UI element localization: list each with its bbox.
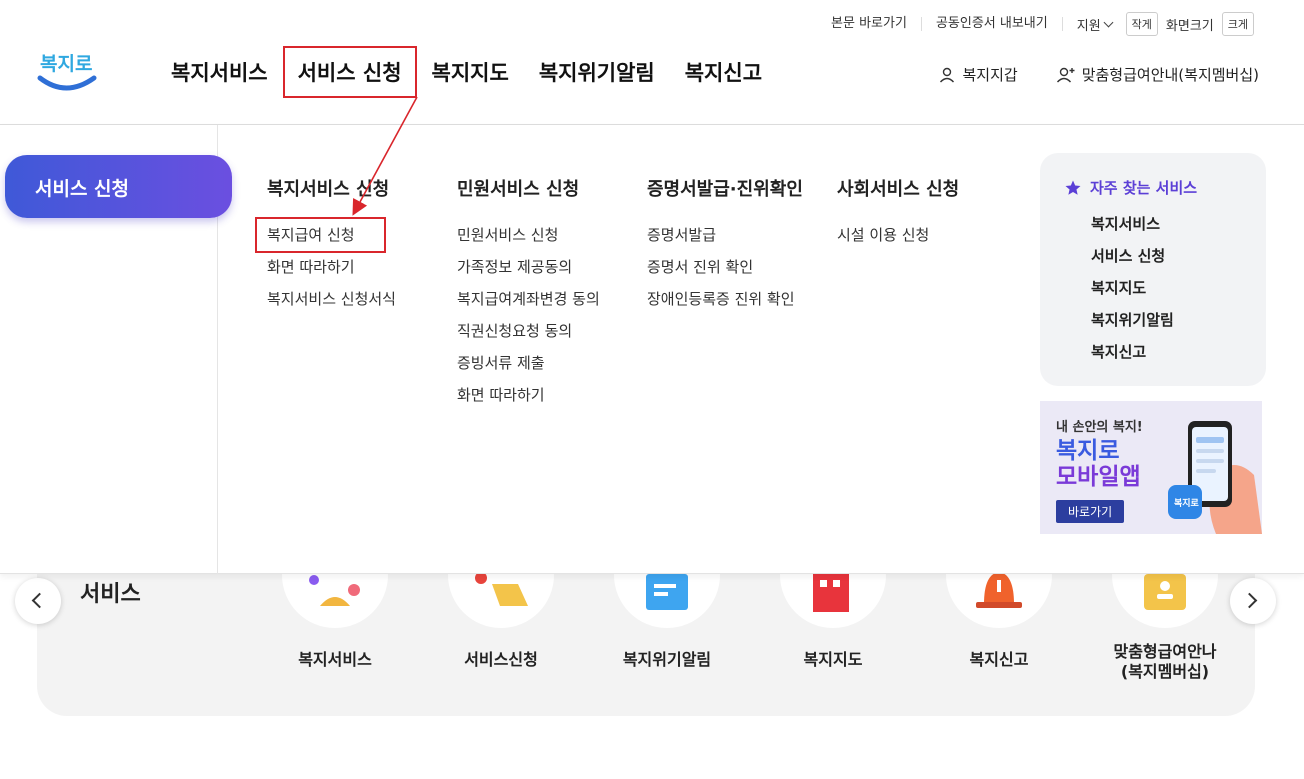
favorites-title-label: 자주 찾는 서비스 [1090,179,1198,197]
menu-link-civil-apply[interactable]: 민원서비스 신청 [457,219,600,251]
global-nav: 복지서비스 서비스 신청 복지지도 복지위기알림 복지신고 [156,46,777,98]
font-small-button[interactable]: 작게 [1125,12,1158,36]
banner-tagline: 내 손안의 복지! [1056,420,1143,435]
mega-menu: 서비스 신청 복지서비스 신청 복지급여 신청 화면 따라하기 복지서비스 신청… [0,125,1304,574]
header-actions: 복지지갑 맞춤형급여안내(복지멤버십) [938,64,1259,85]
favorite-crisis-alert[interactable]: 복지위기알림 [1064,304,1242,336]
menu-column-title[interactable]: 민원서비스 신청 [457,175,600,201]
quick-label-welfare-service: 복지서비스 [298,650,372,669]
user-icon [940,67,955,82]
menu-column-civil-apply: 민원서비스 신청 민원서비스 신청 가족정보 제공동의 복지급여계좌변경 동의 … [457,175,600,411]
favorites-panel: 자주 찾는 서비스 복지서비스 서비스 신청 복지지도 복지위기알림 복지신고 [1040,153,1266,386]
membership-label: 맞춤형급여안내(복지멤버십) [1081,66,1259,84]
phone-in-hand-illustration: 복지로 [1168,421,1262,534]
quick-label-map: 복지지도 [803,650,863,669]
menu-column-social-service: 사회서비스 신청 시설 이용 신청 [837,175,959,251]
menu-link-disability-verify[interactable]: 장애인등록증 진위 확인 [647,283,803,315]
menu-link-cert-verify[interactable]: 증명서 진위 확인 [647,251,803,283]
menu-column-welfare-apply: 복지서비스 신청 복지급여 신청 화면 따라하기 복지서비스 신청서식 [255,175,396,315]
chevron-left-icon [31,592,48,609]
export-certificate-link[interactable]: 공동인증서 내보내기 [922,17,1063,31]
banner-go-button[interactable]: 바로가기 [1056,500,1125,523]
welfare-wallet-label: 복지지갑 [962,66,1018,84]
utility-bar: 본문 바로가기 공동인증서 내보내기 지원 작게 화면크기 크게 [817,12,1254,36]
favorite-welfare-report[interactable]: 복지신고 [1064,336,1242,368]
favorite-service-apply[interactable]: 서비스 신청 [1064,240,1242,272]
banner-title-2: 모바일앱 [1056,464,1141,490]
font-large-button[interactable]: 크게 [1221,12,1254,36]
menu-link-ex-officio[interactable]: 직권신청요청 동의 [457,315,600,347]
banner-title-1: 복지로 [1056,438,1120,464]
menu-link-family-consent[interactable]: 가족정보 제공동의 [457,251,600,283]
support-label: 지원 [1076,18,1101,34]
menu-column-title[interactable]: 복지서비스 신청 [267,175,396,201]
site-logo[interactable]: 복지로 [36,44,100,96]
favorite-welfare-map[interactable]: 복지지도 [1064,272,1242,304]
quick-label-membership-line1: 맞춤형급여안나 [1113,642,1217,661]
gnb-welfare-map[interactable]: 복지지도 [417,46,524,98]
logo-text: 복지로 [40,53,92,75]
quick-label-apply: 서비스신청 [464,650,538,669]
user-plus-icon [1056,67,1075,82]
menu-link-submit-docs[interactable]: 증빙서류 제출 [457,347,600,379]
menu-link-apply-forms[interactable]: 복지서비스 신청서식 [267,283,396,315]
gnb-crisis-alert[interactable]: 복지위기알림 [524,46,670,98]
chevron-down-icon [1103,17,1114,27]
menu-link-benefit-apply[interactable]: 복지급여 신청 [255,217,386,253]
menu-column-title[interactable]: 증명서발급·진위확인 [647,175,803,201]
quick-label-membership-line2: (복지멤버십) [1120,662,1210,681]
membership-link[interactable]: 맞춤형급여안내(복지멤버십) [1056,64,1259,85]
menu-link-tutorial[interactable]: 화면 따라하기 [267,251,396,283]
quick-service-title: 서비스 [80,582,141,607]
app-icon-label: 복지로 [1174,497,1200,509]
star-icon [1065,180,1081,195]
menu-link-account-change[interactable]: 복지급여계좌변경 동의 [457,283,600,315]
menu-column-title[interactable]: 사회서비스 신청 [837,175,959,201]
gnb-service-apply[interactable]: 서비스 신청 [282,46,417,98]
chevron-right-icon [1241,592,1258,609]
support-dropdown[interactable]: 지원 [1063,15,1126,34]
carousel-next-button[interactable] [1230,578,1276,624]
menu-link-tutorial[interactable]: 화면 따라하기 [457,379,600,411]
skip-to-content-link[interactable]: 본문 바로가기 [817,17,922,31]
gnb-welfare-service[interactable]: 복지서비스 [156,46,283,98]
quick-label-crisis-alert: 복지위기알림 [622,650,712,669]
mobile-app-banner[interactable]: 내 손안의 복지! 복지로 모바일앱 바로가기 복지로 [1040,401,1262,534]
quick-label-report: 복지신고 [969,650,1029,669]
welfare-wallet-link[interactable]: 복지지갑 [938,64,1018,85]
carousel-prev-button[interactable] [15,578,61,624]
favorites-title: 자주 찾는 서비스 [1064,177,1242,198]
menu-column-certificate: 증명서발급·진위확인 증명서발급 증명서 진위 확인 장애인등록증 진위 확인 [647,175,803,315]
screen-size-label: 화면크기 [1165,18,1214,34]
menu-link-facility-apply[interactable]: 시설 이용 신청 [837,219,959,251]
mega-menu-side-tab[interactable]: 서비스 신청 [5,155,232,218]
gnb-welfare-report[interactable]: 복지신고 [670,46,777,98]
favorite-welfare-service[interactable]: 복지서비스 [1064,208,1242,240]
quick-label-membership: 맞춤형급여안나 (복지멤버십) [1085,642,1245,682]
menu-link-cert-issue[interactable]: 증명서발급 [647,219,803,251]
